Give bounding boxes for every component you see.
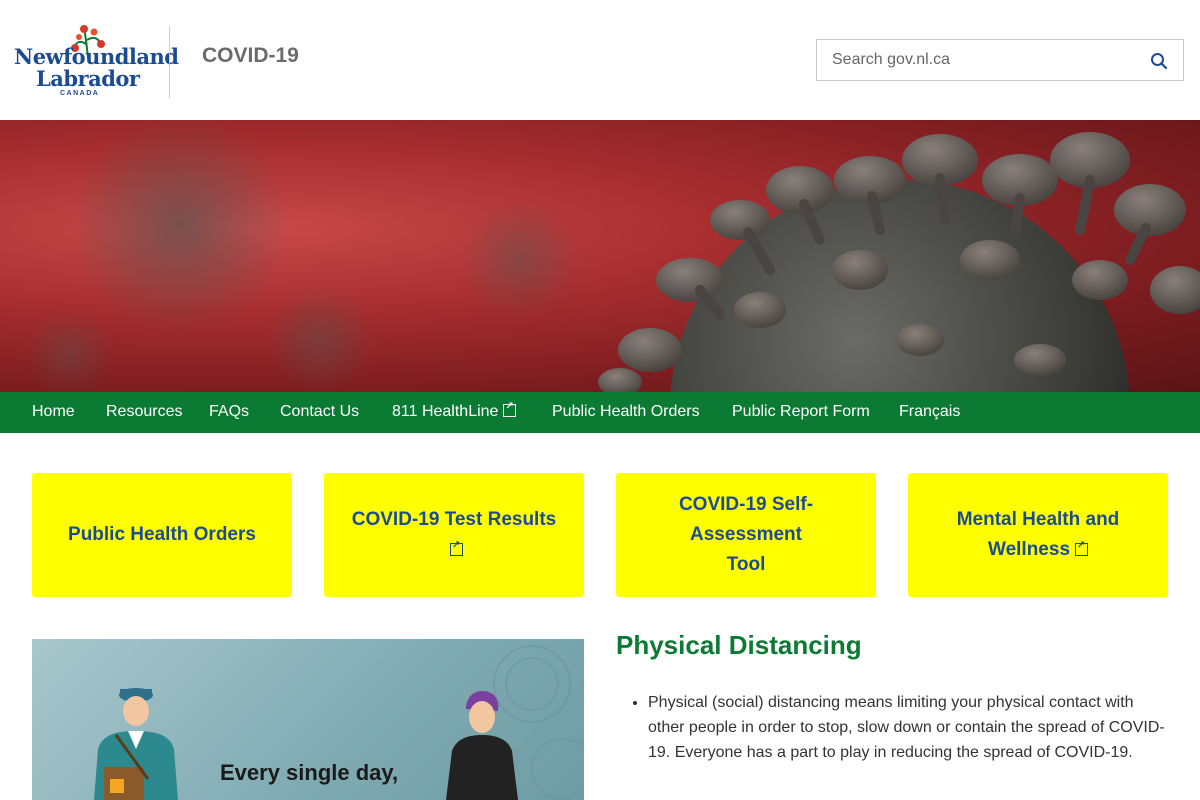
tile-mental-health-wellness[interactable]: Mental Health and Wellness: [908, 473, 1168, 597]
nav-item-label: Resources: [106, 403, 183, 420]
tile-public-health-orders[interactable]: Public Health Orders: [32, 473, 292, 597]
mail-carrier-figure: [94, 688, 178, 800]
external-link-icon: [449, 539, 463, 556]
nl-government-logo[interactable]: Newfoundland Labrador CANADA: [14, 24, 179, 100]
article-title: Physical Distancing: [616, 630, 862, 660]
tile-label: COVID-19 Self-Assessment Tool: [678, 494, 814, 575]
nav-item-label: FAQs: [209, 403, 250, 420]
external-link-icon: [503, 400, 517, 417]
feature-image-caption: Every single day,: [220, 760, 399, 785]
nav-item-public-report-form[interactable]: Public Report Form: [732, 392, 870, 433]
nav-item-public-health-orders[interactable]: Public Health Orders: [552, 392, 700, 433]
tile-self-assessment-tool[interactable]: COVID-19 Self-Assessment Tool: [616, 473, 876, 597]
nav-item-resources[interactable]: Resources: [106, 392, 182, 433]
tile-label-wrap: COVID-19 Test Results: [352, 505, 556, 565]
nav-item-label: Français: [899, 403, 961, 420]
list-item: Physical (social) distancing means limit…: [648, 690, 1168, 765]
site-title[interactable]: COVID-19: [202, 44, 299, 68]
header-divider: [169, 26, 170, 98]
search-icon: [1151, 53, 1168, 70]
coronavirus-illustration: [25, 120, 1200, 392]
tile-label: Public Health Orders: [68, 524, 256, 545]
search-button[interactable]: [1149, 51, 1169, 71]
search-input[interactable]: [832, 50, 1142, 70]
hero-banner-image: [0, 120, 1200, 392]
nav-item-label: Home: [32, 403, 75, 420]
nav-item-label: 811 HealthLine: [392, 403, 499, 420]
logo-wordmark-line2: Labrador: [36, 66, 140, 91]
nav-item-faqs[interactable]: FAQs: [209, 392, 249, 433]
nav-item-contact-us[interactable]: Contact Us: [280, 392, 359, 433]
nav-item-francais[interactable]: Français: [899, 392, 960, 433]
nav-item-label: Public Health Orders: [552, 403, 700, 420]
search-box: [816, 39, 1184, 81]
person-figure: [446, 691, 518, 800]
logo-wordmark-line3: CANADA: [60, 90, 100, 97]
physical-distancing-illustration: Every single day,: [32, 639, 584, 800]
tile-label: COVID-19 Test Results: [351, 509, 557, 530]
main-nav: Home Resources FAQs Contact Us 811 Healt…: [0, 392, 1200, 433]
tile-label-wrap: Mental Health and Wellness: [953, 505, 1123, 565]
site-header: Newfoundland Labrador CANADA COVID-19: [0, 0, 1200, 120]
nav-item-811-healthline[interactable]: 811 HealthLine: [392, 392, 517, 433]
nav-item-home[interactable]: Home: [32, 392, 75, 433]
nav-item-label: Public Report Form: [732, 403, 870, 420]
article-bullet-list: Physical (social) distancing means limit…: [648, 690, 1168, 769]
tile-label: Mental Health and Wellness: [956, 509, 1120, 560]
external-link-icon: [1075, 539, 1089, 556]
nav-item-label: Contact Us: [280, 403, 360, 420]
tile-covid-test-results[interactable]: COVID-19 Test Results: [324, 473, 584, 597]
